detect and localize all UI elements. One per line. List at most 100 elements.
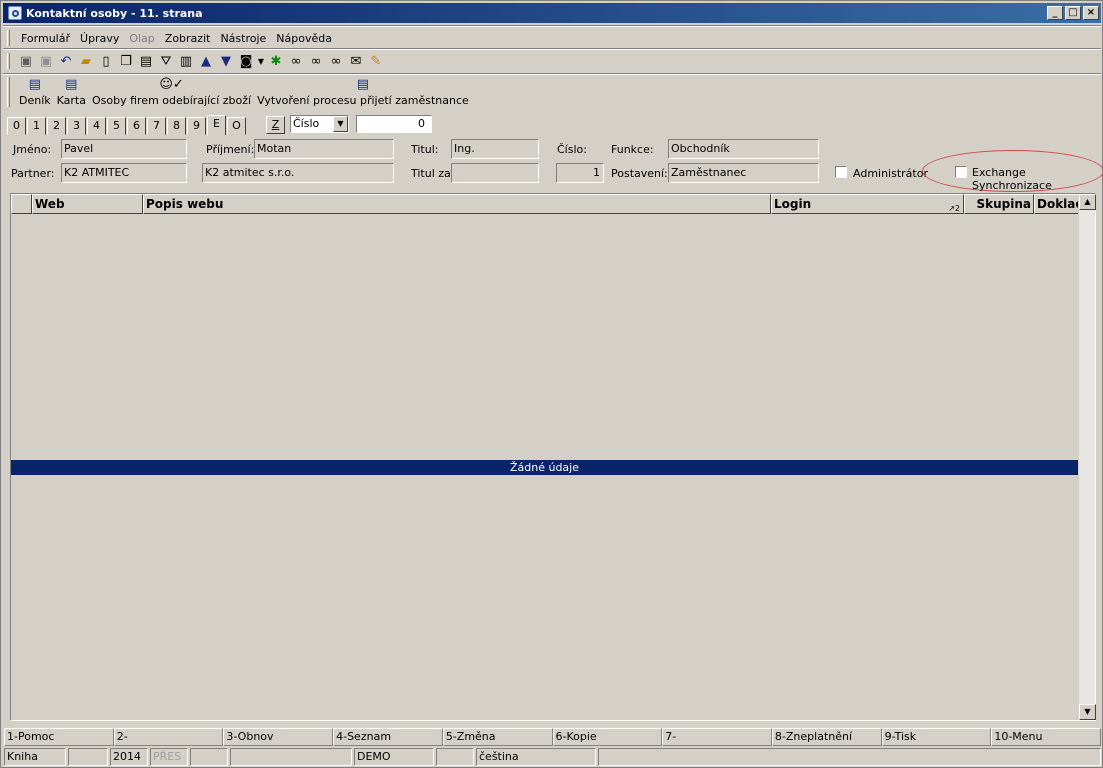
fkey-9[interactable]: 9-Tisk <box>881 728 992 746</box>
titul-za-label: Titul za: <box>411 167 455 180</box>
save-as-icon[interactable]: ▣ <box>36 52 56 70</box>
fkey-5[interactable]: 5-Změna <box>442 728 553 746</box>
exchange-checkbox[interactable] <box>955 166 967 178</box>
partner-code-field[interactable]: K2 ATMITEC <box>61 163 187 183</box>
tab-5[interactable]: 5 <box>107 117 126 135</box>
person-check-icon: ☺✓ <box>159 77 184 92</box>
binoculars-prev-icon[interactable]: ∞ <box>326 52 346 70</box>
fkey-2[interactable]: 2- <box>113 728 224 746</box>
fkey-8[interactable]: 8-Zneplatnění <box>771 728 882 746</box>
grip <box>7 53 10 69</box>
tab-4[interactable]: 4 <box>87 117 106 135</box>
dropdown-icon[interactable]: ▼ <box>256 52 266 70</box>
tab-1[interactable]: 1 <box>27 117 46 135</box>
column-header-login[interactable]: Login ↗2 <box>771 194 964 214</box>
sort-indicator-icon: ↗2 <box>948 204 960 213</box>
tab-3[interactable]: 3 <box>67 117 86 135</box>
window: Kontaktní osoby - 11. strana _ □ × Formu… <box>0 0 1103 768</box>
column-header-popis-webu[interactable]: Popis webu <box>143 194 771 214</box>
undo-icon[interactable]: ↶ <box>56 52 76 70</box>
column-header-indicator[interactable] <box>11 194 32 214</box>
sort-select[interactable]: Číslo ▼ <box>290 115 349 133</box>
funkce-field[interactable]: Obchodník <box>668 139 819 159</box>
toolbar: ▣ ▣ ↶ ▰ ▯ ❐ ▤ ⛛ ▥ ▲ ▼ ◙ ▼ ✱ ∞ ∞ ∞ ✉ ✎ <box>7 51 386 71</box>
divider <box>3 73 1101 75</box>
maximize-button[interactable]: □ <box>1065 6 1081 20</box>
tab-o[interactable]: O <box>227 117 246 135</box>
column-header-skupina[interactable]: Skupina <box>964 194 1034 214</box>
postaveni-field[interactable]: Zaměstnanec <box>668 163 819 183</box>
binoculars-next-icon[interactable]: ∞ <box>306 52 326 70</box>
notes-icon[interactable]: ✎ <box>366 52 386 70</box>
arrow-up-icon[interactable]: ▲ <box>196 52 216 70</box>
new-icon[interactable]: ▯ <box>96 52 116 70</box>
fkey-6[interactable]: 6-Kopie <box>552 728 663 746</box>
fkey-10[interactable]: 10-Menu <box>991 728 1102 746</box>
menu-zobrazit[interactable]: Zobrazit <box>160 32 216 45</box>
fkey-1[interactable]: 1-Pomoc <box>4 728 114 746</box>
menu-olap[interactable]: Olap <box>124 32 159 45</box>
titul-label: Titul: <box>411 143 439 156</box>
save-icon[interactable]: ▣ <box>16 52 36 70</box>
status-empty-4 <box>436 748 474 766</box>
tab-e[interactable]: E <box>207 115 226 135</box>
function-key-bar: 1-Pomoc 2- 3-Obnov 4-Seznam 5-Změna 6-Ko… <box>4 728 1102 746</box>
title-bar: Kontaktní osoby - 11. strana _ □ × <box>3 3 1101 23</box>
document-icon: ▤ <box>65 77 78 92</box>
open-icon[interactable]: ▰ <box>76 52 96 70</box>
camera-icon[interactable]: ◙ <box>236 52 256 70</box>
tab-6[interactable]: 6 <box>127 117 146 135</box>
column-header-web[interactable]: Web <box>32 194 143 214</box>
chevron-down-icon[interactable]: ▼ <box>333 116 348 132</box>
z-button[interactable]: Z <box>266 116 285 134</box>
menu-nastroje[interactable]: Nástroje <box>215 32 271 45</box>
minimize-button[interactable]: _ <box>1047 6 1063 20</box>
empty-state-row: Žádné údaje <box>11 460 1078 475</box>
administrator-checkbox[interactable] <box>835 166 847 178</box>
mail-icon[interactable]: ✉ <box>346 52 366 70</box>
prijmeni-field[interactable]: Motan <box>254 139 394 159</box>
tab-9[interactable]: 9 <box>187 117 206 135</box>
filter-doc-icon[interactable]: ▥ <box>176 52 196 70</box>
close-button[interactable]: × <box>1083 6 1099 20</box>
tab-0[interactable]: 0 <box>7 117 26 135</box>
cislo-field[interactable]: 1 <box>556 163 604 183</box>
titul-za-field[interactable] <box>451 163 539 183</box>
arrow-down-icon[interactable]: ▼ <box>216 52 236 70</box>
jmeno-field[interactable]: Pavel <box>61 139 187 159</box>
run-icon[interactable]: ✱ <box>266 52 286 70</box>
osoby-firem-label: Osoby firem odebírající zboží <box>91 94 252 107</box>
menu-bar: Formulář Úpravy Olap Zobrazit Nástroje N… <box>7 29 337 47</box>
partner-name-field[interactable]: K2 atmitec s.r.o. <box>202 163 394 183</box>
filter-icon[interactable]: ⛛ <box>156 52 176 70</box>
menu-upravy[interactable]: Úpravy <box>75 32 124 45</box>
divider <box>3 48 1101 50</box>
karta-button[interactable]: ▤ Karta <box>54 77 89 107</box>
number-input[interactable]: 0 <box>356 115 432 133</box>
book-icon[interactable]: ▤ <box>136 52 156 70</box>
tab-8[interactable]: 8 <box>167 117 186 135</box>
copy-icon[interactable]: ❐ <box>116 52 136 70</box>
titul-field[interactable]: Ing. <box>451 139 539 159</box>
scroll-down-icon[interactable]: ▼ <box>1079 704 1096 720</box>
denik-button[interactable]: ▤ Deník <box>16 77 54 107</box>
status-empty-2 <box>190 748 228 766</box>
exchange-label: Exchange Synchronizace <box>972 166 1052 192</box>
vertical-scrollbar[interactable]: ▲ ▼ <box>1078 194 1096 720</box>
binoculars-icon[interactable]: ∞ <box>286 52 306 70</box>
app-icon <box>8 6 22 20</box>
tab-2[interactable]: 2 <box>47 117 66 135</box>
fkey-7[interactable]: 7- <box>662 728 772 746</box>
status-language: čeština <box>476 748 596 766</box>
column-header-doklad[interactable]: Doklad <box>1034 194 1079 214</box>
grid-header: Web Popis webu Login ↗2 Skupina Doklad <box>11 194 1079 214</box>
fkey-4[interactable]: 4-Seznam <box>333 728 443 746</box>
fkey-3[interactable]: 3-Obnov <box>223 728 334 746</box>
osoby-firem-button[interactable]: ☺✓ Osoby firem odebírající zboží <box>89 77 254 107</box>
menu-formular[interactable]: Formulář <box>16 32 75 45</box>
tab-7[interactable]: 7 <box>147 117 166 135</box>
grip <box>7 30 10 46</box>
scroll-up-icon[interactable]: ▲ <box>1079 194 1096 210</box>
vytvoreni-procesu-button[interactable]: ▤ Vytvoření procesu přijetí zaměstnance <box>254 77 472 107</box>
menu-napoveda[interactable]: Nápověda <box>271 32 337 45</box>
